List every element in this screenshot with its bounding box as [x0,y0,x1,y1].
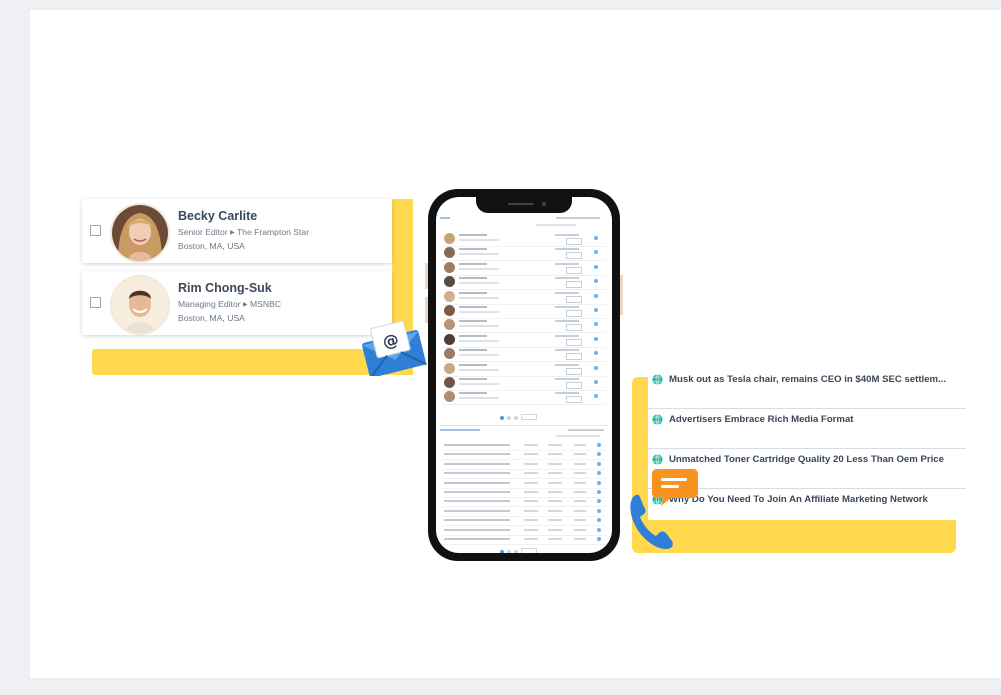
avatar [110,275,170,335]
news-item[interactable]: Advertisers Embrace Rich Media Format [648,408,966,449]
contact-role: Senior Editor ▶ The Frampton Star [178,227,309,237]
role-text: Managing Editor [178,299,241,309]
pagination [500,541,550,553]
chat-bubble-icon [651,467,699,507]
phone-screen [436,197,612,553]
speaker [508,203,534,205]
globe-icon [652,414,663,425]
news-item[interactable]: Musk out as Tesla chair, remains CEO in … [648,368,966,409]
phone-notch [476,197,572,213]
screen-header-meta [536,224,576,226]
section-title [440,429,480,431]
phone-side-button [425,263,428,289]
contact-card[interactable]: Becky Carlite Senior Editor ▶ The Frampt… [82,199,392,263]
contact-name[interactable]: Becky Carlite [178,209,257,223]
contact-name[interactable]: Rim Chong-Suk [178,281,272,295]
contact-location: Boston, MA, USA [178,241,245,251]
pagination [500,407,550,420]
globe-icon [652,454,663,465]
outlet-text: The Frampton Star [236,227,310,237]
phone-side-button [425,297,428,323]
news-headline[interactable]: Unmatched Toner Cartridge Quality 20 Les… [669,454,944,465]
select-checkbox[interactable] [90,225,101,236]
caret-right-icon: ▶ [230,230,235,236]
divider [440,425,608,426]
screen-header-meta [556,217,600,219]
camera-icon [542,202,546,206]
contact-role: Managing Editor ▶ MSNBC [178,299,281,309]
phone-mockup [425,189,623,561]
role-text: Senior Editor [178,227,228,237]
mini-contact-row [442,389,606,406]
news-headline[interactable]: Why Do You Need To Join An Affiliate Mar… [669,494,928,505]
outlet-text: MSNBC [250,299,282,309]
select-checkbox[interactable] [90,297,101,308]
avatar [110,203,170,263]
phone-side-button [620,275,623,315]
email-envelope-icon: @ [358,320,428,379]
screen-header-link [440,217,450,219]
caret-right-icon: ▶ [242,302,248,308]
contact-location: Boston, MA, USA [178,313,245,323]
section-meta [568,429,604,431]
globe-icon [652,374,663,385]
news-headline[interactable]: Advertisers Embrace Rich Media Format [669,414,853,425]
contact-card[interactable]: Rim Chong-Suk Managing Editor ▶ MSNBC Bo… [82,271,392,335]
section-meta [556,435,600,437]
news-headline[interactable]: Musk out as Tesla chair, remains CEO in … [669,374,946,385]
